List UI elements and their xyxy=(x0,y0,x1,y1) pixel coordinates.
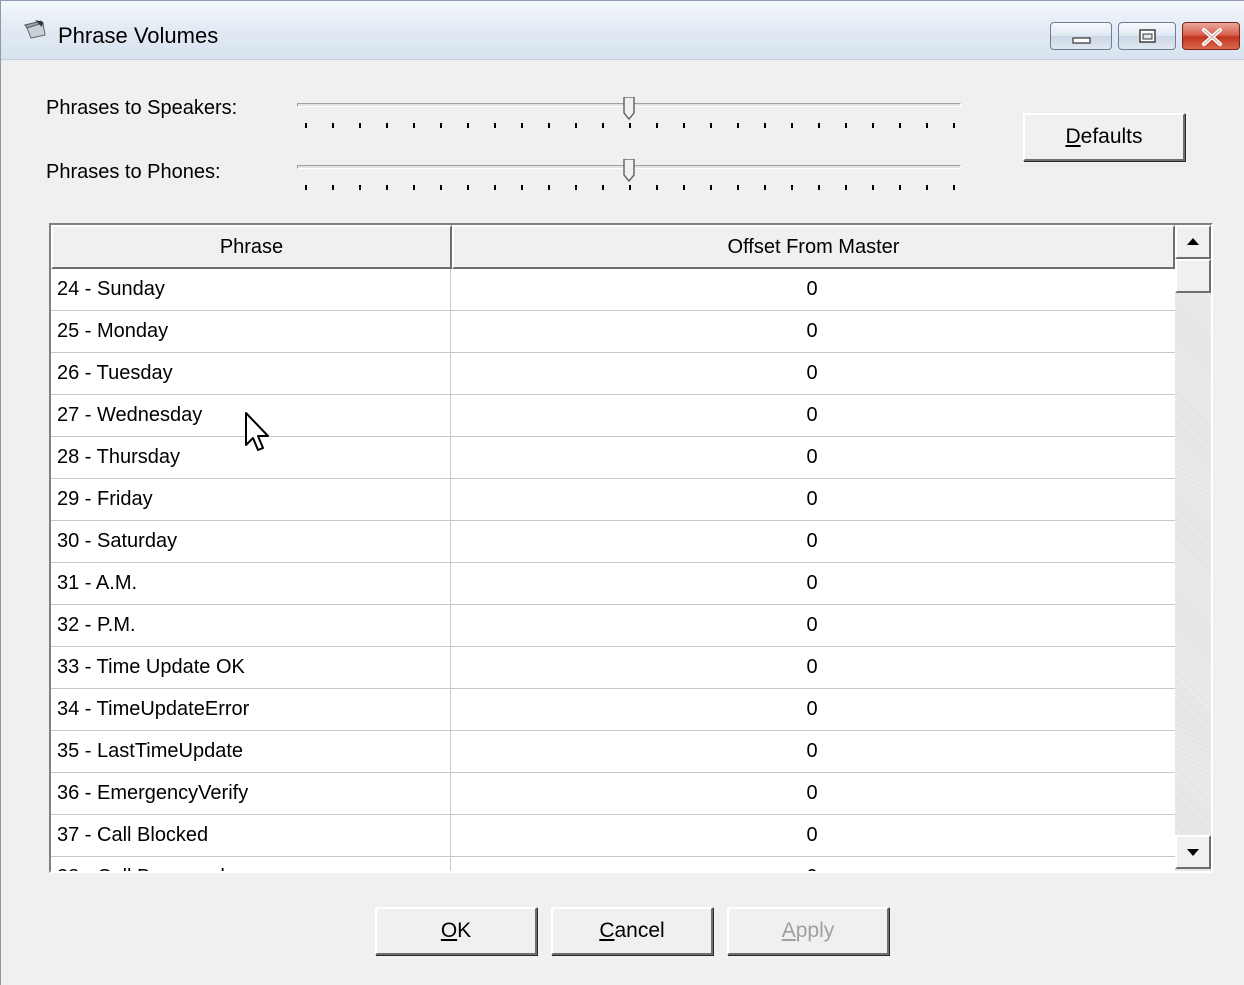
maximize-button[interactable] xyxy=(1118,22,1176,50)
maximize-icon xyxy=(1139,29,1156,43)
apply-label: pply xyxy=(795,919,835,942)
speakers-volume-slider[interactable] xyxy=(297,97,961,137)
table-row[interactable]: 28 - Thursday 0 xyxy=(51,437,1175,479)
table-row[interactable]: 30 - Saturday 0 xyxy=(51,521,1175,563)
app-icon xyxy=(24,20,46,39)
scroll-thumb[interactable] xyxy=(1175,259,1211,293)
table-row[interactable]: 27 - Wednesday 0 xyxy=(51,395,1175,437)
cancel-mnemonic: C xyxy=(599,919,615,942)
phones-volume-slider[interactable] xyxy=(297,159,961,199)
phrase-cell[interactable]: 36 - EmergencyVerify xyxy=(51,773,451,814)
phones-slider-label: Phrases to Phones: xyxy=(46,161,221,183)
defaults-button[interactable]: Defaults xyxy=(1023,113,1185,161)
mouse-pointer-icon xyxy=(245,412,269,451)
table-row[interactable]: 29 - Friday 0 xyxy=(51,479,1175,521)
phrase-cell[interactable]: 34 - TimeUpdateError xyxy=(51,689,451,730)
minimize-button[interactable] xyxy=(1050,22,1112,50)
scroll-up-button[interactable] xyxy=(1175,225,1211,259)
ok-mnemonic: O xyxy=(440,919,458,942)
phrase-cell[interactable]: 25 - Monday xyxy=(51,311,451,352)
table-row[interactable]: 31 - A.M. 0 xyxy=(51,563,1175,605)
phrase-cell[interactable]: 33 - Time Update OK xyxy=(51,647,451,688)
table-row[interactable]: 37 - Call Blocked 0 xyxy=(51,815,1175,857)
table-row[interactable]: 26 - Tuesday 0 xyxy=(51,353,1175,395)
close-icon xyxy=(1202,28,1222,46)
close-button[interactable] xyxy=(1182,22,1240,50)
phrase-cell[interactable]: 26 - Tuesday xyxy=(51,353,451,394)
offset-cell[interactable]: 0 xyxy=(451,353,1173,394)
offset-cell[interactable]: 0 xyxy=(451,563,1173,604)
offset-cell[interactable]: 0 xyxy=(451,731,1173,772)
ok-label: K xyxy=(457,919,472,942)
cancel-label: ancel xyxy=(614,919,665,942)
offset-cell[interactable]: 0 xyxy=(451,815,1173,856)
phrase-cell[interactable]: 35 - LastTimeUpdate xyxy=(51,731,451,772)
column-header-phrase[interactable]: Phrase xyxy=(51,225,452,269)
offset-cell[interactable]: 0 xyxy=(451,605,1173,646)
phrase-cell[interactable]: 24 - Sunday xyxy=(51,269,451,310)
grid-header: Phrase Offset From Master xyxy=(51,225,1175,269)
table-row[interactable]: 33 - Time Update OK 0 xyxy=(51,647,1175,689)
offset-cell[interactable]: 0 xyxy=(451,437,1173,478)
vertical-scrollbar[interactable] xyxy=(1175,225,1211,871)
grid-rows: 24 - Sunday 0 25 - Monday 0 26 - Tuesday 0 27 … xyxy=(51,269,1175,871)
table-row[interactable]: 25 - Monday 0 xyxy=(51,311,1175,353)
table-row[interactable]: 24 - Sunday 0 xyxy=(51,269,1175,311)
table-row[interactable]: 38 - Call Bypassed0 xyxy=(51,857,1175,871)
offset-cell[interactable]: 0 xyxy=(451,857,1173,871)
up-arrow-icon xyxy=(1187,238,1199,245)
slider-ticks xyxy=(305,159,955,190)
offset-cell[interactable]: 0 xyxy=(451,773,1173,814)
table-row[interactable]: 32 - P.M. 0 xyxy=(51,605,1175,647)
defaults-label: efaults xyxy=(1080,125,1143,148)
offset-cell[interactable]: 0 xyxy=(451,647,1173,688)
phrase-cell[interactable]: 30 - Saturday xyxy=(51,521,451,562)
offset-cell[interactable]: 0 xyxy=(451,521,1173,562)
apply-mnemonic: A xyxy=(781,919,796,942)
phrase-cell[interactable]: 32 - P.M. xyxy=(51,605,451,646)
window-title: Phrase Volumes xyxy=(58,23,219,48)
table-row[interactable]: 34 - TimeUpdateError 0 xyxy=(51,689,1175,731)
phrase-cell[interactable]: 37 - Call Blocked xyxy=(51,815,451,856)
minimize-icon xyxy=(1072,37,1091,44)
offset-cell[interactable]: 0 xyxy=(451,479,1173,520)
slider-thumb[interactable] xyxy=(623,159,635,183)
offset-cell[interactable]: 0 xyxy=(451,269,1173,310)
phrase-cell[interactable]: 38 - Call Bypassed xyxy=(51,857,451,871)
offset-cell[interactable]: 0 xyxy=(451,311,1173,352)
down-arrow-icon xyxy=(1187,849,1199,856)
apply-button[interactable]: Apply xyxy=(727,907,889,955)
scroll-down-button[interactable] xyxy=(1175,835,1211,869)
phrase-cell[interactable]: 31 - A.M. xyxy=(51,563,451,604)
speakers-slider-label: Phrases to Speakers: xyxy=(46,97,238,119)
slider-ticks xyxy=(305,97,955,128)
table-row[interactable]: 35 - LastTimeUpdate 0 xyxy=(51,731,1175,773)
phrase-offset-grid[interactable]: Phrase Offset From Master 24 - Sunday 0 25… xyxy=(49,223,1213,873)
slider-thumb[interactable] xyxy=(623,97,635,121)
phrase-volumes-dialog: Phrase Volumes Phrases to Speakers: Phra… xyxy=(0,0,1244,985)
offset-cell[interactable]: 0 xyxy=(451,689,1173,730)
table-row[interactable]: 36 - EmergencyVerify 0 xyxy=(51,773,1175,815)
ok-button[interactable]: OK xyxy=(375,907,537,955)
column-header-offset[interactable]: Offset From Master xyxy=(452,225,1175,269)
phrase-cell[interactable]: 29 - Friday xyxy=(51,479,451,520)
defaults-mnemonic: D xyxy=(1065,125,1081,148)
title-bar[interactable]: Phrase Volumes xyxy=(1,1,1244,60)
offset-cell[interactable]: 0 xyxy=(451,395,1173,436)
cancel-button[interactable]: Cancel xyxy=(551,907,713,955)
